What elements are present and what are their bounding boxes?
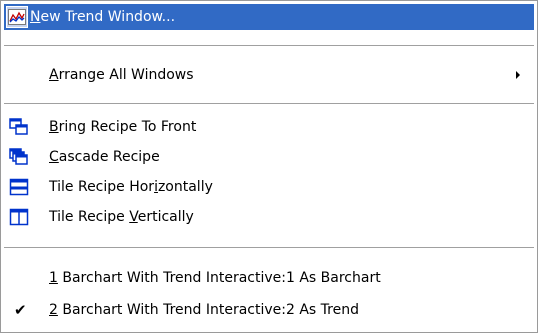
menu-item-recipe-1[interactable]: 1 Barchart With Trend Interactive:1 As B…	[4, 265, 534, 291]
menu-separator	[4, 247, 534, 248]
menu-item-label: New Trend Window...	[30, 9, 176, 25]
cascade-icon	[8, 147, 30, 167]
menu-item-tile-recipe-vertically[interactable]: Tile Recipe Vertically	[4, 204, 534, 230]
menu-item-label: Arrange All Windows	[49, 67, 194, 83]
menu-item-recipe-2[interactable]: ✔ 2 Barchart With Trend Interactive:2 As…	[4, 297, 534, 323]
tile-vertical-icon	[8, 207, 30, 227]
menu-item-arrange-all-windows[interactable]: Arrange All Windows	[4, 62, 534, 88]
menu-separator	[4, 103, 534, 104]
context-menu: New Trend Window... Arrange All Windows …	[0, 0, 538, 333]
menu-item-tile-recipe-horizontally[interactable]: Tile Recipe Horizontally	[4, 174, 534, 200]
menu-item-label: Tile Recipe Horizontally	[49, 179, 213, 195]
menu-item-label: 1 Barchart With Trend Interactive:1 As B…	[49, 270, 381, 286]
tile-horizontal-icon	[8, 177, 30, 197]
trend-chart-icon	[6, 6, 28, 28]
menu-item-label: 2 Barchart With Trend Interactive:2 As T…	[49, 302, 359, 318]
menu-item-label: Tile Recipe Vertically	[49, 209, 194, 225]
submenu-arrow-icon	[516, 71, 520, 79]
bring-to-front-icon	[8, 117, 30, 137]
menu-item-label: Cascade Recipe	[49, 149, 160, 165]
menu-item-label: Bring Recipe To Front	[49, 119, 197, 135]
menu-item-cascade-recipe[interactable]: Cascade Recipe	[4, 144, 534, 170]
menu-separator	[4, 45, 534, 46]
checkmark-icon: ✔	[14, 301, 27, 319]
menu-item-bring-recipe-to-front[interactable]: Bring Recipe To Front	[4, 114, 534, 140]
menu-item-new-trend-window[interactable]: New Trend Window...	[4, 4, 534, 30]
